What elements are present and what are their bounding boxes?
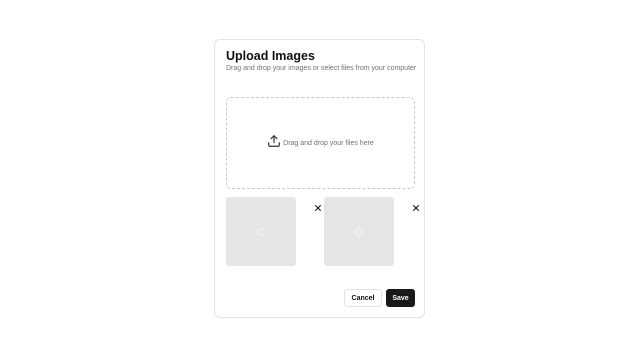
- remove-image-button[interactable]: [411, 202, 420, 211]
- file-dropzone[interactable]: Drag and drop your files here: [226, 97, 415, 189]
- dialog-title: Upload Images: [226, 49, 315, 63]
- image-thumbnail: [324, 197, 394, 266]
- loading-spinner-icon: [257, 227, 265, 236]
- upload-images-dialog: Upload Images Drag and drop your images …: [214, 39, 425, 318]
- close-icon: [314, 198, 321, 216]
- upload-icon: [267, 134, 281, 153]
- cancel-button[interactable]: Cancel: [344, 289, 382, 307]
- image-thumbnail: [226, 197, 296, 266]
- loading-spinner-icon: [355, 227, 363, 236]
- save-button[interactable]: Save: [386, 289, 415, 307]
- remove-image-button[interactable]: [313, 202, 322, 211]
- dropzone-label: Drag and drop your files here: [283, 139, 374, 147]
- dropzone-content: Drag and drop your files here: [267, 134, 374, 153]
- close-icon: [412, 198, 419, 216]
- dialog-subtitle: Drag and drop your images or select file…: [226, 65, 417, 72]
